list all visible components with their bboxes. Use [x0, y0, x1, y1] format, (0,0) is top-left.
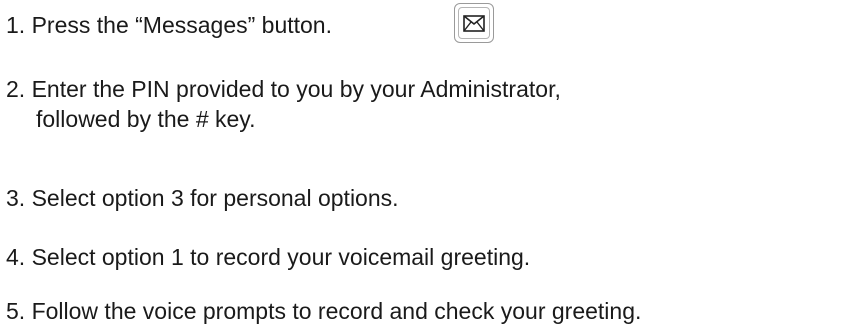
- envelope-icon: [463, 15, 485, 32]
- step-text: Select option 3 for personal options.: [31, 185, 399, 211]
- step-5: 5. Follow the voice prompts to record an…: [6, 296, 641, 326]
- step-1: 1. Press the “Messages” button.: [6, 10, 332, 40]
- messages-button: [454, 3, 494, 43]
- step-text: Press the “Messages” button.: [31, 12, 332, 38]
- step-4: 4. Select option 1 to record your voicem…: [6, 242, 530, 272]
- step-text: Enter the PIN provided to you by your Ad…: [31, 76, 561, 102]
- step-number: 5.: [6, 298, 26, 324]
- step-text-continuation: followed by the # key.: [36, 106, 256, 132]
- step-3: 3. Select option 3 for personal options.: [6, 183, 399, 213]
- step-number: 4.: [6, 244, 26, 270]
- step-number: 1.: [6, 12, 26, 38]
- step-2: 2. Enter the PIN provided to you by your…: [6, 74, 561, 134]
- step-number: 2.: [6, 76, 26, 102]
- step-text: Follow the voice prompts to record and c…: [31, 298, 642, 324]
- step-number: 3.: [6, 185, 26, 211]
- instruction-list: 1. Press the “Messages” button. 2. Enter…: [0, 0, 851, 335]
- step-text: Select option 1 to record your voicemail…: [31, 244, 531, 270]
